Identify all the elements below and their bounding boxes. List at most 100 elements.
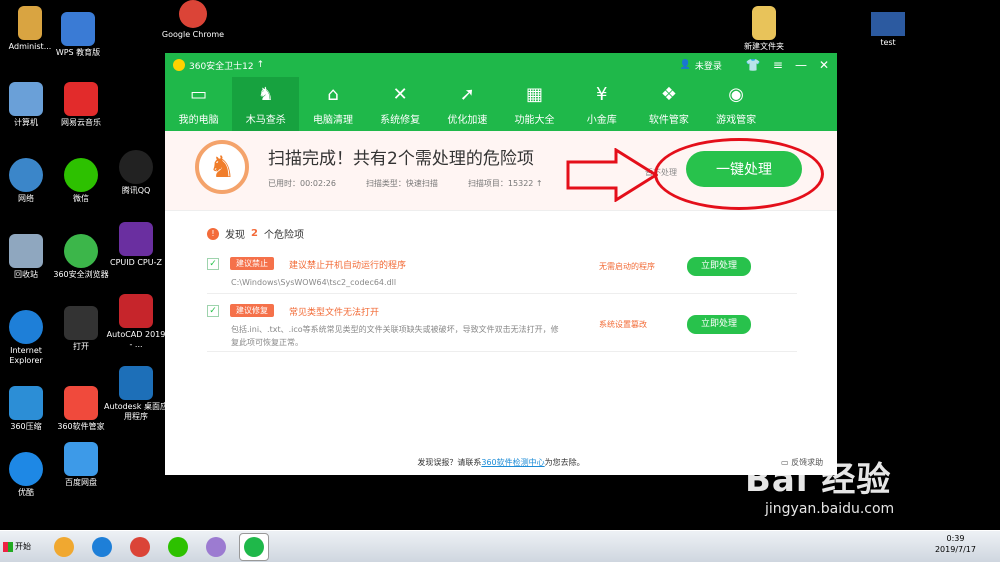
risk-tag: 建议禁止 <box>230 257 274 270</box>
qq-penguin-icon <box>119 150 153 184</box>
upgrade-arrow-icon[interactable]: ↑ <box>257 60 265 70</box>
skin-icon[interactable]: 👕 <box>746 59 761 71</box>
risk-detail: 包括.ini、.txt、.ico等系统常见类型的文件关联项缺失或被破坏，导致文件… <box>231 325 559 347</box>
close-icon[interactable]: ✕ <box>819 59 829 71</box>
gamepad-icon: ◉ <box>728 83 744 105</box>
desktop-icon-chrome[interactable]: Google Chrome <box>161 0 225 40</box>
image-file-icon <box>871 12 905 36</box>
taskbar: 开始 0:39 2019/7/17 <box>0 530 1000 562</box>
tab-label: 优化加速 <box>447 115 488 126</box>
scan-headline: 扫描完成！共有2个需处理的危险项 <box>268 149 534 169</box>
desktop-icon-wps[interactable]: WPS 教育版 <box>46 12 110 58</box>
desktop-icon-qq[interactable]: 腾讯QQ <box>104 150 168 196</box>
tab-horse[interactable]: ♞ 木马查杀 <box>232 77 300 131</box>
divider <box>207 293 797 294</box>
software-manager-icon <box>64 386 98 420</box>
tab-coin[interactable]: ¥ 小金库 <box>568 77 635 131</box>
globe-icon <box>9 158 43 192</box>
menu-icon[interactable]: ≡ <box>773 59 783 71</box>
desktop-icon-autodesk[interactable]: Autodesk 桌面应用程序 <box>104 366 168 422</box>
autodesk-icon <box>119 366 153 400</box>
tab-apps[interactable]: ❖ 软件管家 <box>635 77 702 131</box>
false-positive-footer: 发现误报？请联系360软件检测中心为您去除。 <box>417 458 585 467</box>
annotation-ellipse <box>654 138 824 210</box>
chrome-icon <box>130 536 150 557</box>
wechat-icon <box>64 158 98 192</box>
user-icon: 👤 <box>679 60 691 70</box>
tab-grid[interactable]: ▦ 功能大全 <box>501 77 568 131</box>
app-logo-icon <box>173 59 185 71</box>
cloud-icon <box>64 442 98 476</box>
watermark-url: jingyan.baidu.com <box>765 501 895 517</box>
scan-meta: 已用时：00:02:26 扫描类型：快速扫描 扫描项目：15322 ↑ <box>268 178 543 189</box>
risk-checkbox[interactable]: ✓ <box>207 305 219 317</box>
desktop-icon-test[interactable]: test <box>856 12 920 48</box>
fix-now-button[interactable]: 立即处理 <box>687 257 751 276</box>
tab-label: 小金库 <box>586 115 617 126</box>
apps-icon: ❖ <box>660 83 677 105</box>
tab-monitor[interactable]: ▭ 我的电脑 <box>165 77 232 131</box>
system-clock[interactable]: 0:39 2019/7/17 <box>935 533 976 555</box>
wechat-icon <box>168 536 188 557</box>
start-button[interactable]: 开始 <box>3 535 41 559</box>
folder-icon <box>752 6 776 40</box>
taskbar-chrome[interactable] <box>125 533 155 561</box>
risk-checkbox[interactable]: ✓ <box>207 258 219 270</box>
taskbar-wechat[interactable] <box>163 533 193 561</box>
tab-broom[interactable]: ⌂ 电脑清理 <box>299 77 366 131</box>
found-summary: ! 发现 2 个危险项 <box>207 226 304 241</box>
tab-label: 电脑清理 <box>312 115 353 126</box>
desktop-icon-autocad[interactable]: AutoCAD 2019 - ... <box>104 294 168 350</box>
risk-tag: 建议修复 <box>230 304 274 317</box>
youku-icon <box>9 452 43 486</box>
folder-icon <box>18 6 42 40</box>
windows-logo-icon <box>3 541 13 552</box>
watermark-brand: Bai 经验 <box>745 460 892 500</box>
tab-label: 系统修复 <box>380 115 421 126</box>
main-nav: ▭ 我的电脑 ♞ 木马查杀 ⌂ 电脑清理 ✕ 系统修复 ➚ 优化加速 ▦ 功能大全 ¥ 小金库 ❖ 软件管家 ◉… <box>165 77 837 131</box>
app-store-icon <box>54 536 74 557</box>
desktop-icon-netease-music[interactable]: 网易云音乐 <box>49 82 113 128</box>
grid-icon: ▦ <box>526 83 544 105</box>
tab-label: 软件管家 <box>648 115 689 126</box>
taskbar-app-store[interactable] <box>49 533 79 561</box>
title-bar: 360安全卫士12 ↑ 👤 未登录 👕 ≡ — ✕ <box>165 53 837 77</box>
minimize-icon[interactable]: — <box>795 59 807 71</box>
taskbar-360-security[interactable] <box>239 532 269 561</box>
tab-label: 功能大全 <box>514 115 555 126</box>
scan-type: 扫描类型：快速扫描 <box>365 179 438 188</box>
taskbar-paint[interactable] <box>201 533 231 561</box>
scan-items: 扫描项目：15322 ↑ <box>467 179 543 188</box>
trojan-horse-icon: ♞ <box>195 140 249 194</box>
coin-icon: ¥ <box>595 83 608 105</box>
chrome-icon <box>179 0 207 28</box>
wps-icon <box>61 12 95 46</box>
rocket-icon: ➚ <box>459 83 475 105</box>
recycle-bin-icon <box>9 234 43 268</box>
tab-gamepad[interactable]: ◉ 游戏管家 <box>703 77 770 131</box>
taskbar-ie[interactable] <box>87 533 117 561</box>
music-icon <box>64 82 98 116</box>
baidu-watermark: Bai 经验 jingyan.baidu.com <box>745 452 894 517</box>
app-title: 360安全卫士12 <box>189 61 254 72</box>
desktop-icon-new-folder[interactable]: 新建文件夹 <box>732 6 796 52</box>
desktop-icon-cpuz[interactable]: CPUID CPU-Z <box>104 222 168 268</box>
fix-now-button[interactable]: 立即处理 <box>687 315 751 334</box>
detection-center-link[interactable]: 360软件检测中心 <box>481 458 544 467</box>
autocad-icon <box>119 294 153 328</box>
risk-count: 2 <box>251 228 258 239</box>
login-button[interactable]: 👤 未登录 <box>680 59 722 72</box>
tab-rocket[interactable]: ➚ 优化加速 <box>434 77 501 131</box>
risk-status: 无需启动的程序 <box>599 262 655 271</box>
360-shield-icon <box>244 536 264 557</box>
risk-status: 系统设置篡改 <box>599 320 647 329</box>
tab-tools[interactable]: ✕ 系统修复 <box>367 77 434 131</box>
divider <box>207 351 797 352</box>
monitor-icon: ▭ <box>190 83 208 105</box>
annotation-arrow <box>566 148 658 202</box>
open-icon <box>64 306 98 340</box>
desktop-icon-baidu-netdisk[interactable]: 百度网盘 <box>49 442 113 488</box>
tab-label: 我的电脑 <box>178 115 219 126</box>
clock-time: 0:39 <box>946 534 965 543</box>
clock-date: 2019/7/17 <box>934 545 976 554</box>
